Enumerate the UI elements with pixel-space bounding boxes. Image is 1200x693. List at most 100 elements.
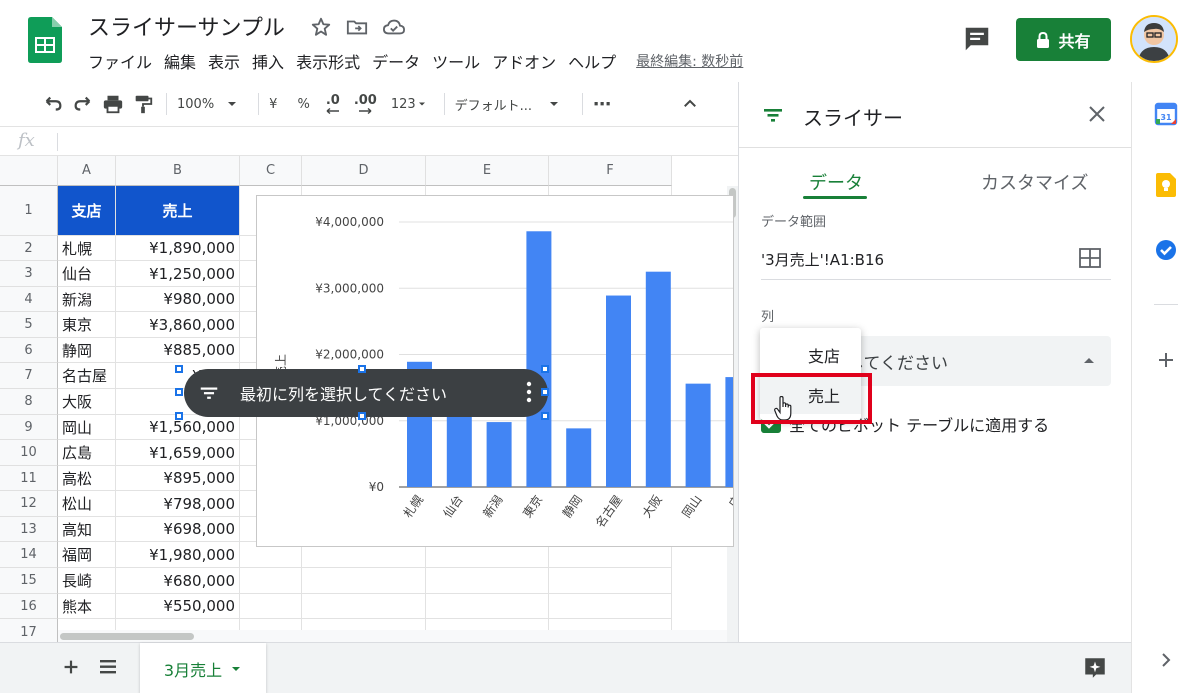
- increase-decimal-button[interactable]: .00: [354, 90, 377, 118]
- cell-sales[interactable]: ¥3,860,000: [116, 312, 240, 338]
- explore-icon[interactable]: [1082, 655, 1108, 681]
- resize-handle[interactable]: [358, 365, 366, 373]
- cell-sales[interactable]: ¥980,000: [116, 287, 240, 312]
- decrease-decimal-button[interactable]: .0: [326, 90, 340, 118]
- cell-branch[interactable]: 静岡: [58, 338, 116, 363]
- resize-handle[interactable]: [541, 388, 549, 396]
- cell-branch[interactable]: 仙台: [58, 261, 116, 287]
- resize-handle[interactable]: [541, 365, 549, 373]
- resize-handle[interactable]: [358, 412, 366, 420]
- currency-format-button[interactable]: ¥: [269, 90, 277, 118]
- more-vert-icon[interactable]: [524, 380, 534, 404]
- menu-help[interactable]: ヘルプ: [562, 49, 622, 73]
- cell-sales[interactable]: ¥1,890,000: [116, 236, 240, 261]
- menu-data[interactable]: データ: [366, 49, 426, 73]
- cell[interactable]: [302, 594, 426, 619]
- collapse-toolbar-icon[interactable]: [681, 90, 699, 118]
- cell-branch[interactable]: 新潟: [58, 287, 116, 312]
- comment-history-icon[interactable]: [962, 24, 992, 54]
- cell[interactable]: [549, 594, 672, 619]
- star-icon[interactable]: [310, 16, 332, 38]
- cell-branch[interactable]: 松山: [58, 491, 116, 517]
- cell-branch[interactable]: 広島: [58, 440, 116, 466]
- horizontal-scrollbar-thumb[interactable]: [60, 633, 194, 640]
- close-icon[interactable]: [1087, 104, 1107, 124]
- menu-tools[interactable]: ツール: [426, 49, 486, 73]
- cell-branch[interactable]: 高知: [58, 517, 116, 542]
- document-title[interactable]: スライサーサンプル: [88, 10, 285, 42]
- column-header-f[interactable]: F: [549, 156, 672, 186]
- cell-sales[interactable]: ¥895,000: [116, 466, 240, 491]
- cell-branch[interactable]: 熊本: [58, 594, 116, 619]
- resize-handle[interactable]: [175, 365, 183, 373]
- cell[interactable]: [240, 568, 302, 594]
- add-sheet-icon[interactable]: [60, 656, 82, 678]
- sheet-tab-march-sales[interactable]: 3月売上: [140, 643, 266, 693]
- cell-branch[interactable]: 福岡: [58, 542, 116, 568]
- row-header-3[interactable]: 3: [0, 261, 58, 287]
- paint-format-icon[interactable]: [132, 90, 154, 118]
- row-header-8[interactable]: 8: [0, 389, 58, 415]
- row-header-13[interactable]: 13: [0, 517, 58, 542]
- menu-edit[interactable]: 編集: [158, 49, 202, 73]
- keep-icon[interactable]: [1154, 172, 1178, 198]
- column-header-e[interactable]: E: [426, 156, 549, 186]
- column-header-a[interactable]: A: [58, 156, 116, 186]
- number-format-select[interactable]: 123: [391, 90, 428, 118]
- font-family-select[interactable]: デフォルト...: [455, 90, 562, 118]
- cloud-status-icon[interactable]: [383, 16, 405, 38]
- column-header-c[interactable]: C: [240, 156, 302, 186]
- cell[interactable]: [426, 594, 549, 619]
- print-icon[interactable]: [102, 90, 124, 118]
- cell-branch[interactable]: 名古屋: [58, 363, 116, 389]
- row-header-9[interactable]: 9: [0, 415, 58, 440]
- cell[interactable]: [549, 568, 672, 594]
- data-range-input[interactable]: '3月売上'!A1:B16: [761, 249, 884, 270]
- row-header-6[interactable]: 6: [0, 338, 58, 363]
- cell[interactable]: [240, 594, 302, 619]
- more-options-button[interactable]: ⋯: [593, 90, 611, 118]
- menu-addons[interactable]: アドオン: [486, 49, 562, 73]
- slicer-chip[interactable]: 最初に列を選択してください: [184, 369, 548, 417]
- add-addon-icon[interactable]: [1154, 348, 1178, 372]
- header-cell-branch[interactable]: 支店: [58, 186, 116, 236]
- account-avatar[interactable]: [1130, 15, 1178, 63]
- menu-format[interactable]: 表示形式: [290, 49, 366, 73]
- cell-branch[interactable]: 長崎: [58, 568, 116, 594]
- sheets-logo-icon[interactable]: [28, 17, 62, 63]
- redo-icon[interactable]: [72, 90, 94, 118]
- row-header-2[interactable]: 2: [0, 236, 58, 261]
- row-header-1[interactable]: 1: [0, 186, 58, 236]
- row-header-16[interactable]: 16: [0, 594, 58, 619]
- cell-sales[interactable]: ¥680,000: [116, 568, 240, 594]
- cell-sales[interactable]: ¥1,659,000: [116, 440, 240, 466]
- zoom-select[interactable]: 100%: [177, 90, 240, 118]
- tasks-icon[interactable]: [1154, 238, 1178, 262]
- tab-customize[interactable]: カスタマイズ: [981, 169, 1088, 195]
- cell-sales[interactable]: ¥550,000: [116, 594, 240, 619]
- cell-branch[interactable]: 高松: [58, 466, 116, 491]
- chevron-right-icon[interactable]: [1154, 648, 1178, 672]
- column-header-d[interactable]: D: [302, 156, 426, 186]
- cell-branch[interactable]: 札幌: [58, 236, 116, 261]
- resize-handle[interactable]: [541, 412, 549, 420]
- move-folder-icon[interactable]: [346, 16, 368, 38]
- select-range-grid-icon[interactable]: [1079, 248, 1101, 268]
- cell-branch[interactable]: 岡山: [58, 415, 116, 440]
- column-header-b[interactable]: B: [116, 156, 240, 186]
- menu-file[interactable]: ファイル: [82, 49, 158, 73]
- horizontal-scrollbar[interactable]: [58, 630, 727, 642]
- row-header-14[interactable]: 14: [0, 542, 58, 568]
- cell[interactable]: [302, 568, 426, 594]
- header-cell-sales[interactable]: 売上: [116, 186, 240, 236]
- resize-handle[interactable]: [175, 388, 183, 396]
- row-header-10[interactable]: 10: [0, 440, 58, 466]
- calendar-icon[interactable]: 31: [1154, 102, 1178, 126]
- percent-format-button[interactable]: %: [297, 90, 309, 118]
- cell-branch[interactable]: 東京: [58, 312, 116, 338]
- share-button[interactable]: 共有: [1016, 18, 1111, 61]
- dropdown-option-branch[interactable]: 支店: [760, 336, 861, 374]
- cell[interactable]: [426, 568, 549, 594]
- all-sheets-list-icon[interactable]: [98, 657, 118, 677]
- tab-data[interactable]: データ: [809, 169, 863, 195]
